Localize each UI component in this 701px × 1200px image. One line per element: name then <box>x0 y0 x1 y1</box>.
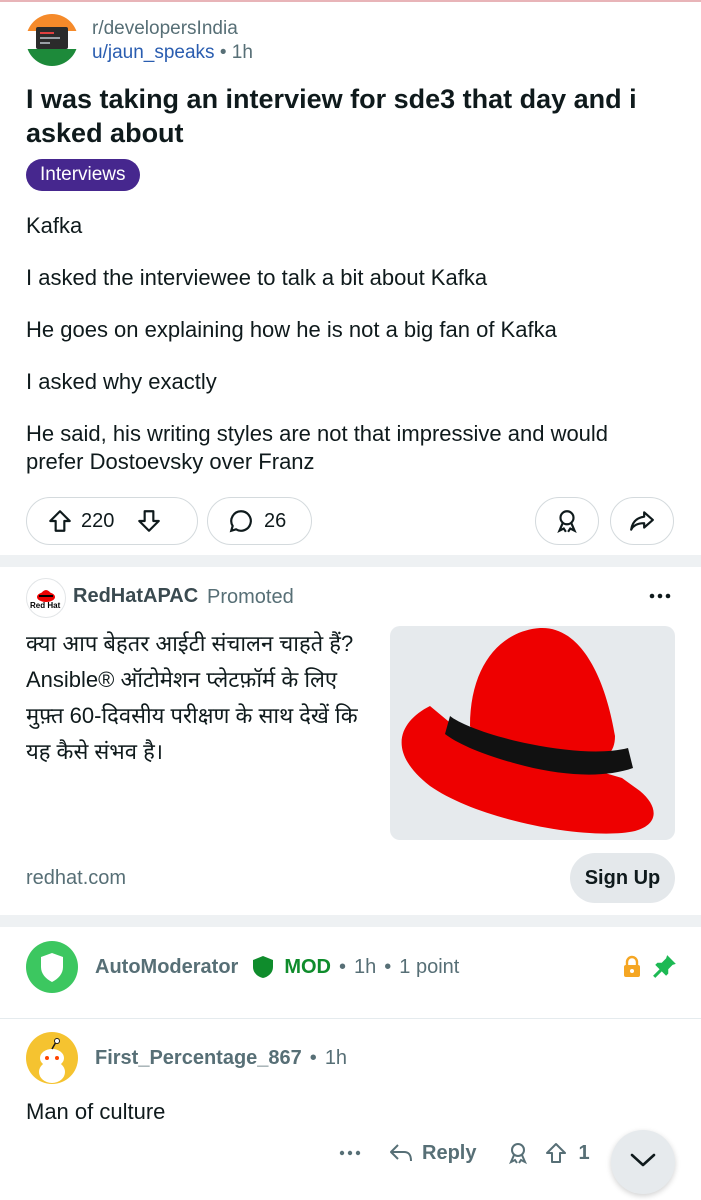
downvote-icon[interactable] <box>136 508 162 534</box>
advertiser-name[interactable]: RedHatAPAC <box>73 585 198 608</box>
upvote-icon[interactable] <box>544 1141 568 1165</box>
share-button[interactable] <box>610 497 674 545</box>
post-meta: u/jaun_speaks • 1h <box>92 42 253 64</box>
reply-button[interactable]: Reply <box>422 1142 476 1165</box>
comment-header: AutoModerator MOD • 1h • 1 point <box>95 955 459 979</box>
pin-icon <box>652 953 678 984</box>
comment-points: 1 point <box>399 955 460 978</box>
comment-actions: Reply 1 <box>338 1135 590 1171</box>
ad-text[interactable]: क्या आप बेहतर आईटी संचालन चाहते हैं? Ans… <box>26 626 371 770</box>
post-age: 1h <box>231 42 253 63</box>
lock-icon <box>621 955 643 984</box>
meta-dot: • <box>384 955 392 978</box>
chevron-down-icon <box>629 1151 657 1174</box>
subreddit-avatar[interactable] <box>26 14 78 66</box>
comment-text: Man of culture <box>26 1099 166 1124</box>
user-avatar[interactable] <box>26 1032 78 1084</box>
award-button[interactable] <box>535 497 599 545</box>
comment-header: First_Percentage_867 • 1h <box>95 1047 347 1070</box>
body-paragraph: He said, his writing styles are not that… <box>26 421 609 474</box>
logo-wordmark: Red Hat <box>30 601 61 610</box>
author-link[interactable]: u/jaun_speaks <box>92 42 215 63</box>
ad-image-red-hat[interactable] <box>390 626 675 840</box>
award-icon[interactable] <box>506 1141 530 1165</box>
ad-domain[interactable]: redhat.com <box>26 867 126 890</box>
comment-username[interactable]: First_Percentage_867 <box>95 1047 302 1070</box>
meta-dot: • <box>309 1047 317 1069</box>
mod-shield-icon <box>252 955 274 979</box>
more-options-icon[interactable] <box>648 588 672 609</box>
signup-button[interactable]: Sign Up <box>570 853 675 903</box>
comment-bubble-icon <box>228 508 254 534</box>
body-paragraph: He goes on explaining how he is not a bi… <box>26 317 557 342</box>
top-border <box>0 0 701 2</box>
body-paragraph: Kafka <box>26 213 83 238</box>
mod-tag: MOD <box>284 955 331 978</box>
comment-count: 26 <box>264 509 287 532</box>
redhat-logo[interactable]: Red Hat <box>26 578 66 618</box>
section-separator <box>0 915 701 927</box>
body-paragraph: I asked the interviewee to talk a bit ab… <box>26 265 488 290</box>
comment-divider <box>0 1018 701 1019</box>
share-icon <box>629 508 655 534</box>
upvote-count: 220 <box>81 509 115 532</box>
comment-upvote-count: 1 <box>578 1141 590 1164</box>
post-flair[interactable]: Interviews <box>26 159 140 191</box>
award-icon <box>554 508 580 534</box>
comments-button[interactable]: 26 <box>207 497 312 545</box>
promoted-label: Promoted <box>207 586 294 608</box>
body-paragraph: I asked why exactly <box>26 369 217 394</box>
vote-bar: 220 <box>26 497 198 545</box>
reply-icon[interactable] <box>388 1141 414 1165</box>
more-options-icon[interactable] <box>338 1145 362 1161</box>
subreddit-name[interactable]: r/developersIndia <box>92 18 238 40</box>
upvote-icon[interactable] <box>47 508 73 534</box>
comment-age: 1h <box>324 1047 348 1069</box>
post-title[interactable]: I was taking an interview for sde3 that … <box>26 82 676 150</box>
meta-dot: • <box>219 42 232 63</box>
comment-age: 1h <box>354 955 377 978</box>
automoderator-avatar[interactable] <box>26 941 78 993</box>
comment-username[interactable]: AutoModerator <box>95 956 238 979</box>
meta-dot: • <box>339 955 347 978</box>
scroll-down-button[interactable] <box>611 1130 675 1194</box>
section-separator <box>0 555 701 567</box>
